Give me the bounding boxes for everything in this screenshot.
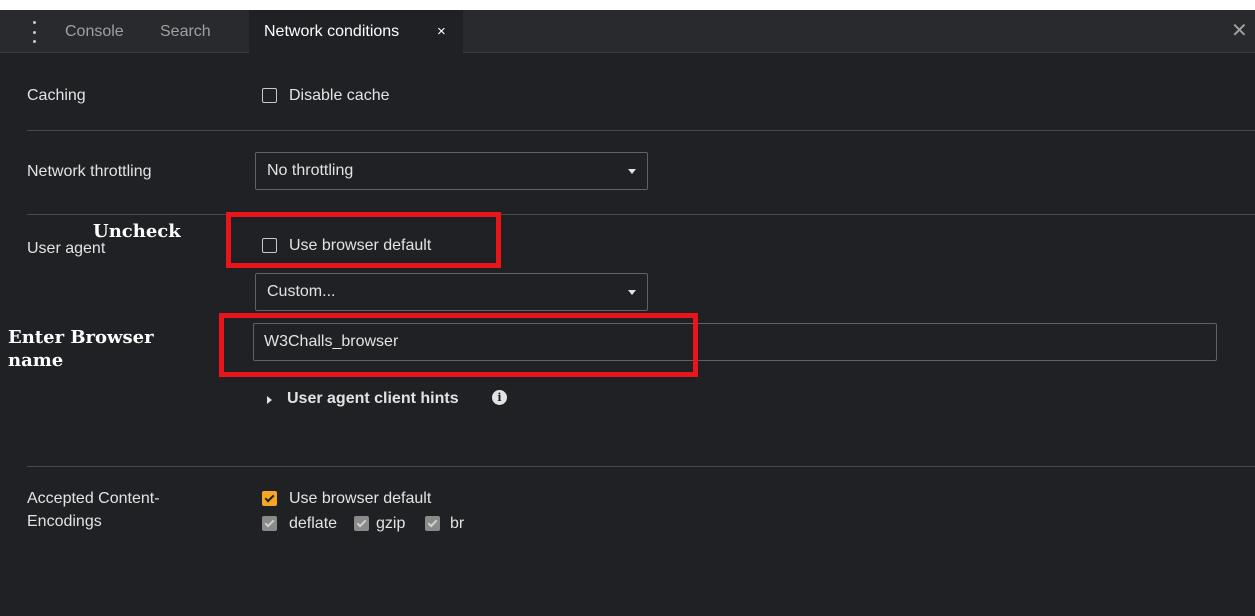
divider [27,214,1255,215]
throttling-select-value: No throttling [267,162,354,179]
user-agent-select[interactable]: Custom... [255,273,648,311]
expand-arrow-icon[interactable] [267,396,272,404]
info-icon[interactable]: i [492,390,507,405]
annotation-enter-browser-line2: name [8,350,64,371]
gzip-checkbox [354,516,369,531]
annotation-uncheck: Uncheck [93,221,181,242]
more-options-icon[interactable] [27,21,41,43]
throttling-select[interactable]: No throttling [255,152,648,190]
checkmark-icon [264,492,275,503]
user-agent-select-value: Custom... [267,283,336,300]
caching-label: Caching [27,87,86,104]
tab-search[interactable]: Search [160,10,211,53]
user-agent-label: User agent [27,240,106,257]
close-drawer-icon[interactable]: ✕ [1231,10,1248,53]
network-throttling-label: Network throttling [27,163,152,180]
chevron-down-icon [628,290,636,295]
disable-cache-label: Disable cache [289,87,390,104]
checkmark-icon [356,517,367,528]
tab-console[interactable]: Console [65,10,124,53]
user-agent-client-hints-toggle[interactable]: User agent client hints [287,390,459,408]
top-cutoff-strip [0,0,1255,10]
divider [27,466,1255,467]
deflate-label: deflate [289,515,338,532]
checkmark-icon [264,517,275,528]
devtools-window: Console Search Network conditions × ✕ Ca… [0,0,1255,616]
disable-cache-checkbox[interactable] [262,88,277,103]
deflate-checkbox [262,516,277,531]
encodings-use-default-checkbox[interactable] [262,491,277,506]
br-checkbox [425,516,440,531]
drawer-tab-bar: Console Search Network conditions × ✕ [0,10,1255,53]
close-tab-icon[interactable]: × [437,10,446,53]
highlight-box-use-default [226,212,501,268]
br-label: br [450,515,465,532]
divider [27,130,1255,131]
encodings-use-default-label: Use browser default [289,490,432,507]
tab-network-conditions[interactable]: Network conditions × [249,10,463,53]
highlight-box-custom-input [219,313,698,377]
accepted-encodings-label-line1: Accepted Content- [27,490,160,507]
tab-network-conditions-label: Network conditions [264,23,400,40]
gzip-label: gzip [376,515,406,532]
chevron-down-icon [628,169,636,174]
checkmark-icon [427,517,438,528]
annotation-enter-browser-line1: Enter Browser [8,327,154,348]
accepted-encodings-label-line2: Encodings [27,513,102,530]
